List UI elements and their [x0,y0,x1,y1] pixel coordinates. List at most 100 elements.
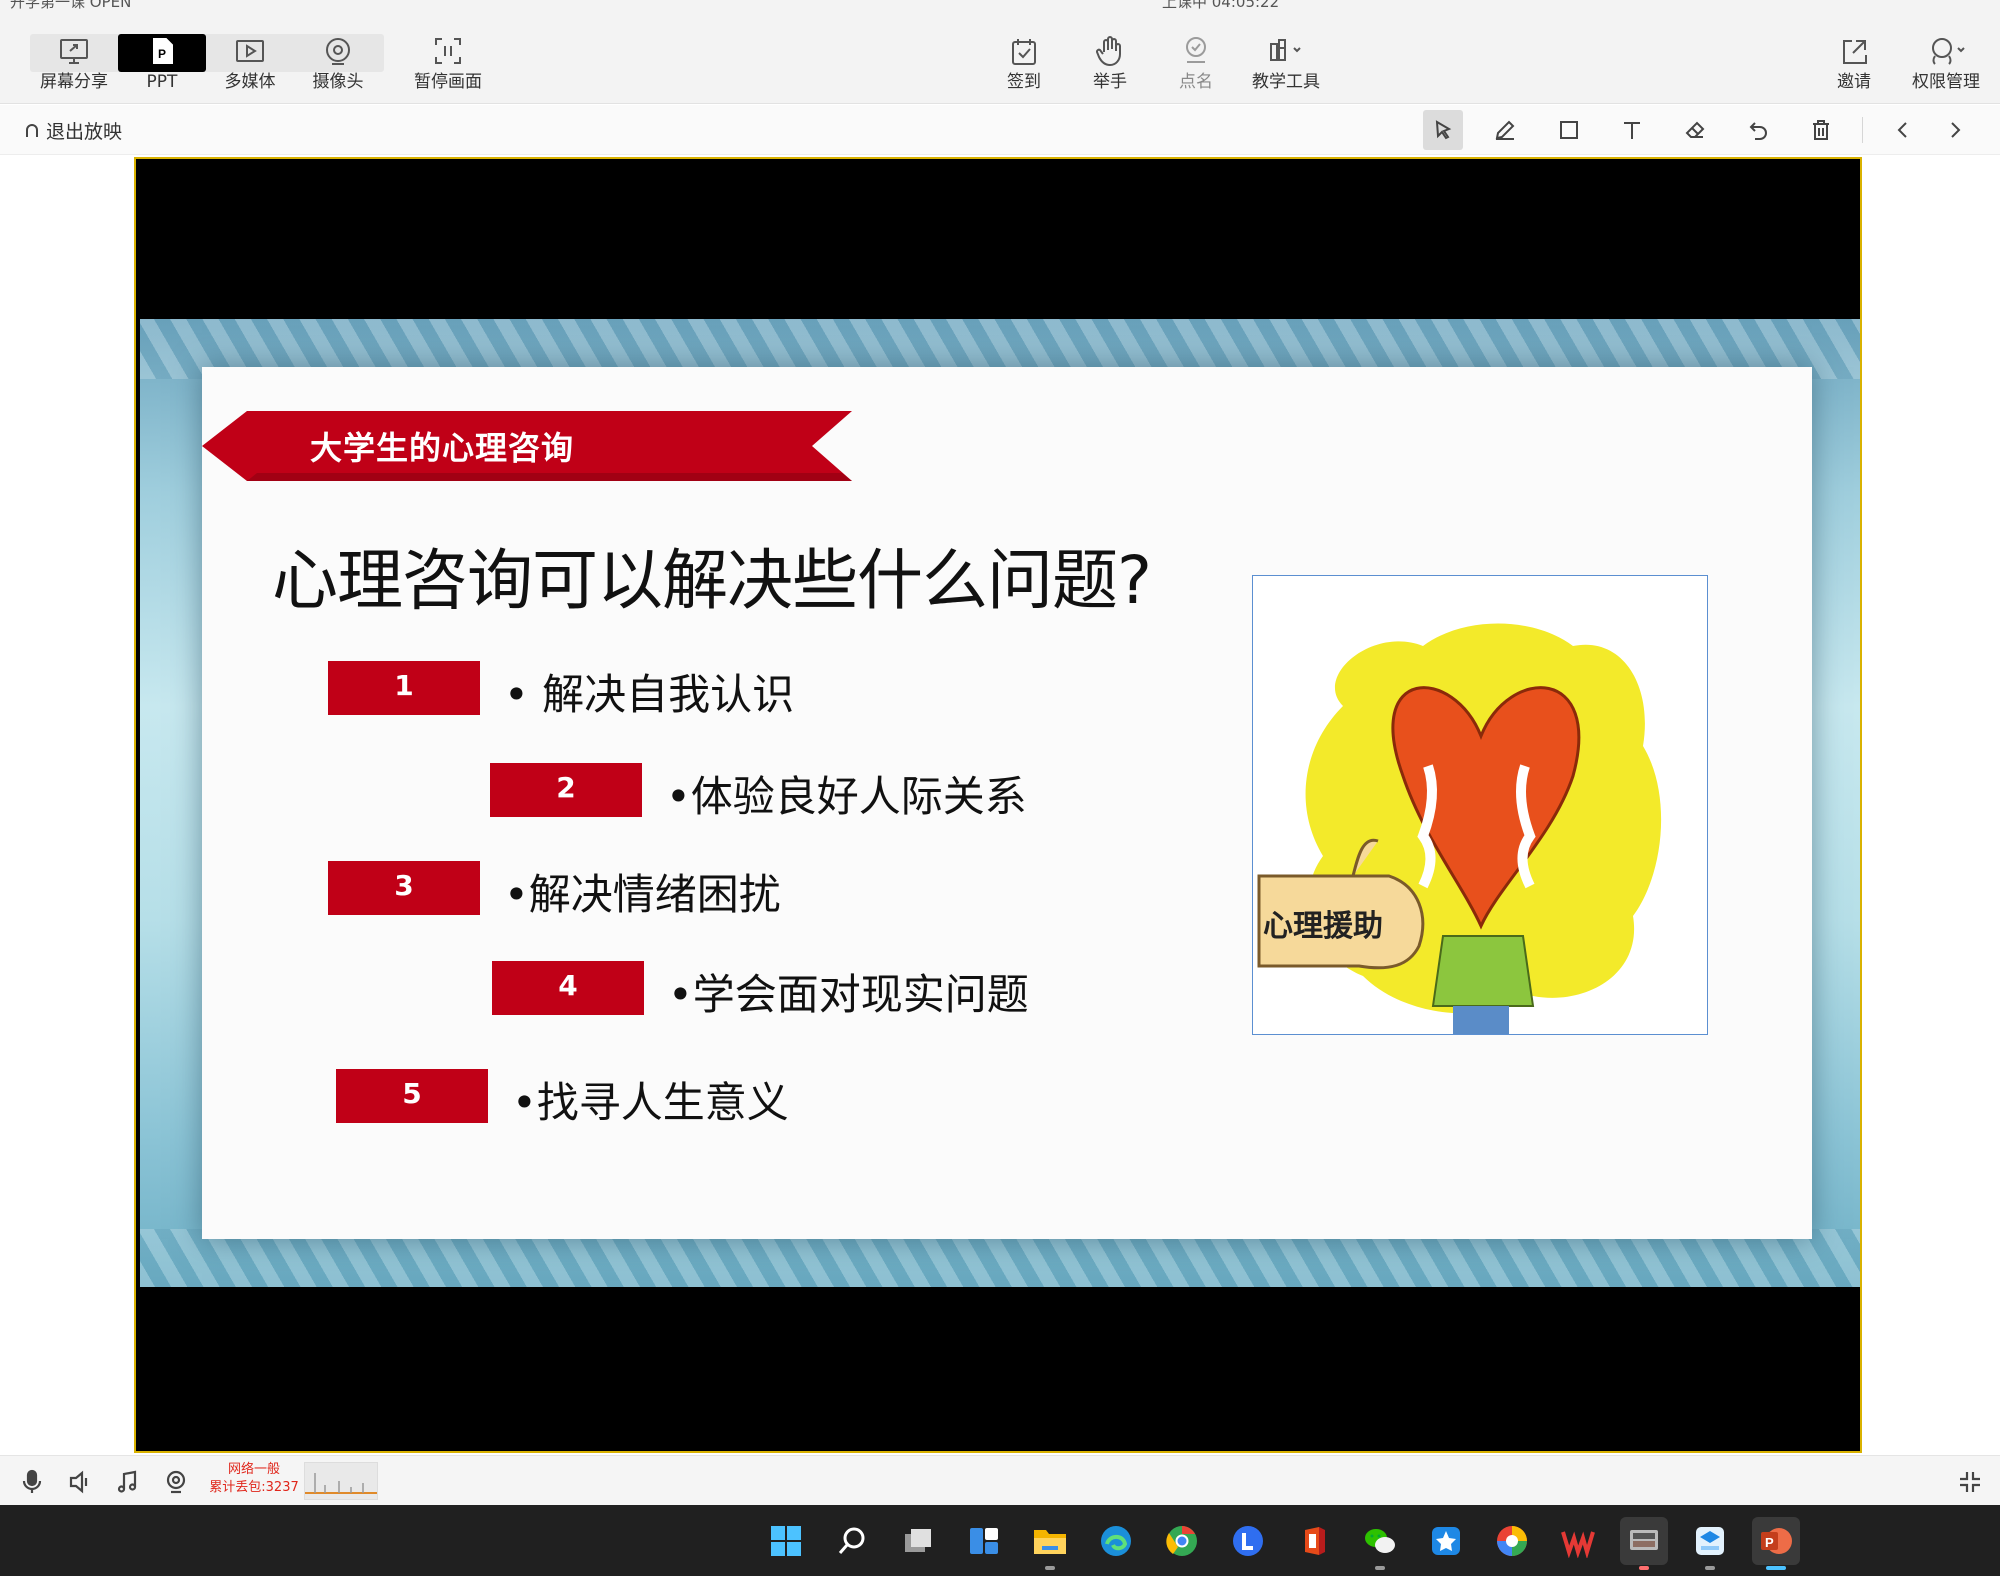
checkin-icon [980,34,1068,70]
svg-text:P: P [158,47,166,61]
speaker-button[interactable] [64,1466,96,1498]
select-arrow-icon [1435,120,1452,140]
item-text-1: • 解决自我认识 [504,670,795,719]
text-tool-button[interactable] [1612,110,1652,150]
prev-page-icon [1897,122,1907,138]
windows-start-icon [771,1526,801,1556]
cloud-app-button[interactable] [1686,1517,1734,1570]
colorful-app-icon [1497,1526,1527,1556]
prev-page-button[interactable] [1883,110,1923,150]
raise-hand-button[interactable]: 举手 [1066,34,1154,96]
ppt-button[interactable]: P PPT [118,34,206,96]
item-text-3: •解决情绪困扰 [504,870,781,919]
microphone-button[interactable] [16,1466,48,1498]
classroom-app-icon [1630,1530,1658,1550]
item-number-2: 2 [490,763,642,817]
taskbar-search-button[interactable] [828,1517,876,1565]
text-icon [1624,122,1640,139]
undo-button[interactable] [1738,110,1778,150]
music-note-icon [117,1470,137,1493]
eraser-tool-button[interactable] [1675,110,1715,150]
colorful-app-button[interactable] [1488,1517,1536,1565]
exit-slideshow-label: 退出放映 [46,121,123,143]
select-tool-button[interactable] [1423,110,1463,150]
item-number-4: 4 [492,961,644,1015]
next-page-button[interactable] [1935,110,1975,150]
item-text-2: •体验良好人际关系 [666,772,1027,821]
camera-status-button[interactable] [160,1466,192,1498]
toolbar-divider [1862,117,1863,143]
invite-label: 邀请 [1837,72,1871,92]
widgets-button[interactable] [960,1517,1008,1565]
music-button[interactable] [112,1466,144,1498]
multimedia-button[interactable]: 多媒体 [206,34,294,96]
running-indicator [1045,1566,1055,1570]
window-title-bar: 开学第一课 OPEN 上课中 04:05:22 [0,0,2000,12]
powerpoint-icon: P [1761,1528,1792,1554]
clear-button[interactable] [1801,110,1841,150]
raise-hand-label: 举手 [1093,72,1127,92]
rectangle-tool-button[interactable] [1549,110,1589,150]
chrome-button[interactable] [1158,1517,1206,1565]
pause-frame-button[interactable]: 暂停画面 [400,34,496,96]
network-quality: 网络一般 [227,1462,280,1477]
running-indicator [1375,1566,1385,1570]
pause-frame-label: 暂停画面 [414,72,482,92]
file-explorer-icon [1034,1530,1066,1554]
packet-loss: 累计丢包:3237 [209,1480,299,1495]
office-button[interactable] [1290,1517,1338,1565]
presentation-stage[interactable]: 大学生的心理咨询 心理咨询可以解决些什么问题? 1 • 解决自我认识 2 •体验… [134,157,1862,1453]
wechat-button[interactable] [1356,1517,1404,1570]
slide-title: 心理咨询可以解决些什么问题? [272,542,1152,619]
start-button[interactable] [762,1517,810,1565]
exit-slideshow-button[interactable]: 退出放映 [22,117,122,144]
roll-call-icon [1152,34,1240,70]
window-title: 开学第一课 OPEN [10,0,132,11]
office-icon [1305,1527,1325,1555]
lark-button[interactable] [1224,1517,1272,1565]
windows-taskbar: P [0,1505,2000,1576]
eraser-icon [1685,121,1705,138]
widgets-icon [970,1528,998,1554]
exit-icon [26,123,38,137]
collapse-button[interactable] [1954,1466,1986,1498]
wps-icon [1561,1531,1595,1558]
teaching-tools-icon [1238,34,1334,70]
main-toolbar: 屏幕分享 P PPT 多媒体 摄像头 暂停画面 签到 举手 点名 教学工具 邀请… [0,12,2000,104]
checkin-button[interactable]: 签到 [980,34,1068,96]
pen-tool-button[interactable] [1485,110,1525,150]
slide-card: 大学生的心理咨询 心理咨询可以解决些什么问题? 1 • 解决自我认识 2 •体验… [202,367,1812,1239]
roll-call-label: 点名 [1179,72,1213,92]
chrome-icon [1166,1526,1197,1556]
item-number-3: 3 [328,861,480,915]
item-text-5: •找寻人生意义 [512,1078,789,1127]
invite-share-icon [1810,34,1898,70]
task-view-button[interactable] [894,1517,942,1565]
invite-button[interactable]: 邀请 [1810,34,1898,96]
assistant-button[interactable] [1422,1517,1470,1565]
edge-button[interactable] [1092,1517,1140,1565]
microphone-icon [22,1469,42,1493]
wps-button[interactable] [1554,1517,1602,1565]
cloud-app-icon [1696,1527,1724,1555]
permission-icon [1898,34,1994,70]
file-explorer-button[interactable] [1026,1517,1074,1570]
undo-icon [1749,122,1767,140]
classroom-app-button[interactable] [1620,1517,1668,1570]
rectangle-icon [1560,121,1578,139]
permission-button[interactable]: 权限管理 [1898,34,1994,96]
wechat-icon [1365,1529,1395,1553]
crying-heart-illustration: 心理援助 [1252,575,1708,1035]
camera-button[interactable]: 摄像头 [294,34,382,96]
collapse-icon [1960,1472,1980,1492]
task-view-icon [905,1529,931,1552]
teaching-tools-label: 教学工具 [1252,72,1320,92]
media-play-icon [206,34,294,70]
powerpoint-button[interactable]: P [1752,1517,1800,1570]
screen-share-button[interactable]: 屏幕分享 [30,34,118,96]
roll-call-button[interactable]: 点名 [1152,34,1240,96]
teaching-tools-button[interactable]: 教学工具 [1238,34,1334,96]
permission-label: 权限管理 [1912,72,1980,92]
edge-icon [1101,1526,1131,1556]
svg-text:心理援助: 心理援助 [1263,909,1383,944]
